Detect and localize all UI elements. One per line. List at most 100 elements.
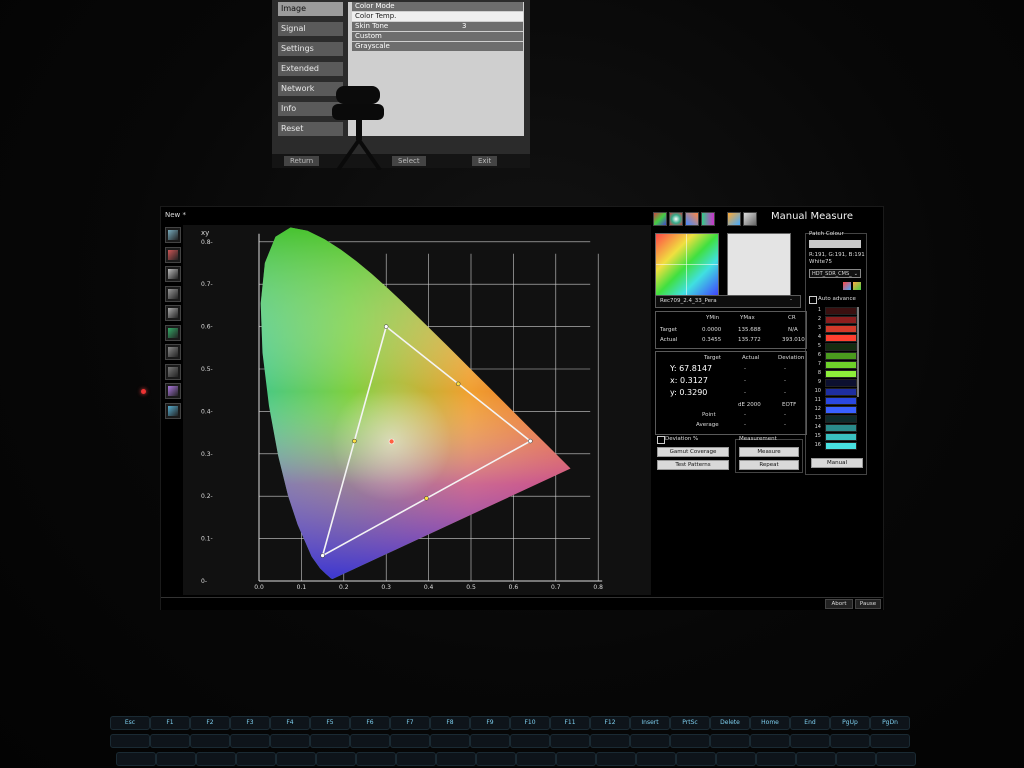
table-cell: -: [744, 412, 746, 418]
patch-swatch: [825, 442, 857, 450]
y-tick-label: 0.6-: [201, 324, 213, 331]
cie-xy-chart: 0.0 0- 0.1 0.1- 0.2 0.2- 0.3 0.3- 0.4 0.4- 0.5 0.5-…: [201, 227, 603, 591]
rgb-balance-icon[interactable]: [165, 324, 181, 341]
projector-submenu-row: Color Temp.: [352, 12, 523, 21]
keyboard-key: F5: [310, 716, 350, 730]
projector-submenu-row: Custom: [352, 32, 523, 41]
patch-list-scrollbar[interactable]: [857, 307, 859, 397]
keyboard-key: [310, 734, 350, 748]
col-header: Deviation: [778, 355, 805, 361]
gamma-icon[interactable]: [165, 285, 181, 302]
keyboard-key: [510, 734, 550, 748]
patch-swatch: [825, 379, 857, 387]
document-tab[interactable]: New *: [165, 211, 186, 219]
patch-number: 5: [817, 343, 821, 349]
x-tick-label: 0.5: [466, 584, 476, 591]
profile-select[interactable]: Rec709_2.4_33_Pera -: [655, 295, 801, 308]
patch-number: 3: [817, 325, 821, 331]
keyboard-key: [116, 752, 156, 766]
auto-advance-label: Auto advance: [818, 296, 856, 302]
patch-list-item[interactable]: 11: [811, 397, 857, 405]
edit-patch-icon[interactable]: [843, 282, 851, 290]
measure-button[interactable]: Measure: [739, 447, 799, 457]
patch-number: 1: [817, 307, 821, 313]
patch-number: 4: [817, 334, 821, 340]
x-tick-label: 0.8: [593, 584, 603, 591]
deviation-label: Deviation %: [665, 436, 699, 442]
patch-list-item[interactable]: 14: [811, 424, 857, 432]
patch-list-item[interactable]: 13: [811, 415, 857, 423]
patch-list-item[interactable]: 12: [811, 406, 857, 414]
keyboard-key: F7: [390, 716, 430, 730]
profile-dropdown-icon[interactable]: -: [790, 297, 792, 303]
table-cell: -: [784, 378, 786, 384]
saturation-icon[interactable]: [165, 383, 181, 399]
patch-name: White75: [809, 259, 832, 265]
deviation-checkbox[interactable]: [657, 436, 665, 444]
keyboard-key: [156, 752, 196, 766]
patch-swatch: [825, 370, 857, 378]
greyscale-icon-glyph: [168, 308, 178, 318]
patch-list-item[interactable]: 3: [811, 325, 857, 333]
projector-submenu-row: Color Mode: [352, 2, 523, 11]
greyscale-icon[interactable]: [165, 305, 181, 321]
keyboard-key: F8: [430, 716, 470, 730]
patch-list-item[interactable]: 10: [811, 388, 857, 396]
cie-diagram-icon[interactable]: [165, 227, 181, 243]
patch-list-item[interactable]: 15: [811, 433, 857, 441]
import-patch-icon[interactable]: [853, 282, 861, 290]
rgb-icon[interactable]: [165, 246, 181, 263]
colorimeter-probe-icon: [332, 86, 384, 170]
projector-menu-item: Settings: [278, 42, 343, 56]
color-wheel-icon[interactable]: [669, 212, 683, 226]
patch-list-item[interactable]: 16: [811, 442, 857, 450]
patch-list-item[interactable]: 5: [811, 343, 857, 351]
patch-list-item[interactable]: 2: [811, 316, 857, 324]
abort-button[interactable]: Abort: [825, 599, 853, 609]
saturation-icon-glyph: [168, 386, 178, 396]
gradient-icon[interactable]: [685, 212, 699, 226]
palette-icon[interactable]: [701, 212, 715, 226]
projector-exit-button: Exit: [472, 156, 498, 166]
y-tick-label: 0.1-: [201, 536, 213, 543]
auto-advance-checkbox[interactable]: [809, 296, 817, 304]
patch-preview: [727, 233, 791, 297]
gamut-coverage-button[interactable]: Gamut Coverage: [657, 447, 729, 457]
tools-icon[interactable]: [727, 212, 741, 226]
luminance-table: YMin YMax CR Target 0.0000 135.688 N/A A…: [655, 311, 807, 349]
patch-swatch: [825, 352, 857, 360]
manual-button[interactable]: Manual: [811, 458, 863, 468]
keyboard-key: [756, 752, 796, 766]
colorchecker-icon[interactable]: [165, 402, 181, 419]
cie-view-icon[interactable]: [653, 212, 667, 226]
patch-swatch: [825, 406, 857, 414]
repeat-button[interactable]: Repeat: [739, 460, 799, 470]
patch-list-item[interactable]: 1: [811, 307, 857, 315]
keyboard-key: F1: [150, 716, 190, 730]
contrast-icon[interactable]: [165, 344, 181, 360]
patch-list-item[interactable]: 7: [811, 361, 857, 369]
x-tick-label: 0.4: [424, 584, 434, 591]
chart-title: xy: [201, 229, 209, 237]
patch-list-item[interactable]: 6: [811, 352, 857, 360]
patch-list-item[interactable]: 4: [811, 334, 857, 342]
probe-icon[interactable]: [743, 212, 757, 226]
gamma-icon-glyph: [168, 288, 178, 299]
luminance-icon[interactable]: [165, 266, 181, 282]
patch-set-select[interactable]: HDT_SDR_CMS_ ⌄: [809, 269, 861, 278]
test-patterns-button[interactable]: Test Patterns: [657, 460, 729, 470]
patch-list-item[interactable]: 8: [811, 370, 857, 378]
rgb-balance-icon-glyph: [168, 327, 178, 338]
col-header: Target: [704, 355, 722, 361]
pause-button[interactable]: Pause: [855, 599, 881, 609]
x-tick-label: 0.3: [381, 584, 391, 591]
keyboard-key: [150, 734, 190, 748]
table-cell: -: [744, 378, 746, 384]
delta-e-icon[interactable]: [165, 363, 181, 380]
patch-list-item[interactable]: 9: [811, 379, 857, 387]
projector-return-button: Return: [284, 156, 320, 166]
row-label: Actual: [660, 337, 678, 343]
color-preview-grid: [655, 233, 719, 297]
table-cell: -: [784, 412, 786, 418]
cie-chart-area: 0.0 0- 0.1 0.1- 0.2 0.2- 0.3 0.3- 0.4 0.4- 0.5 0.5-…: [183, 225, 659, 595]
